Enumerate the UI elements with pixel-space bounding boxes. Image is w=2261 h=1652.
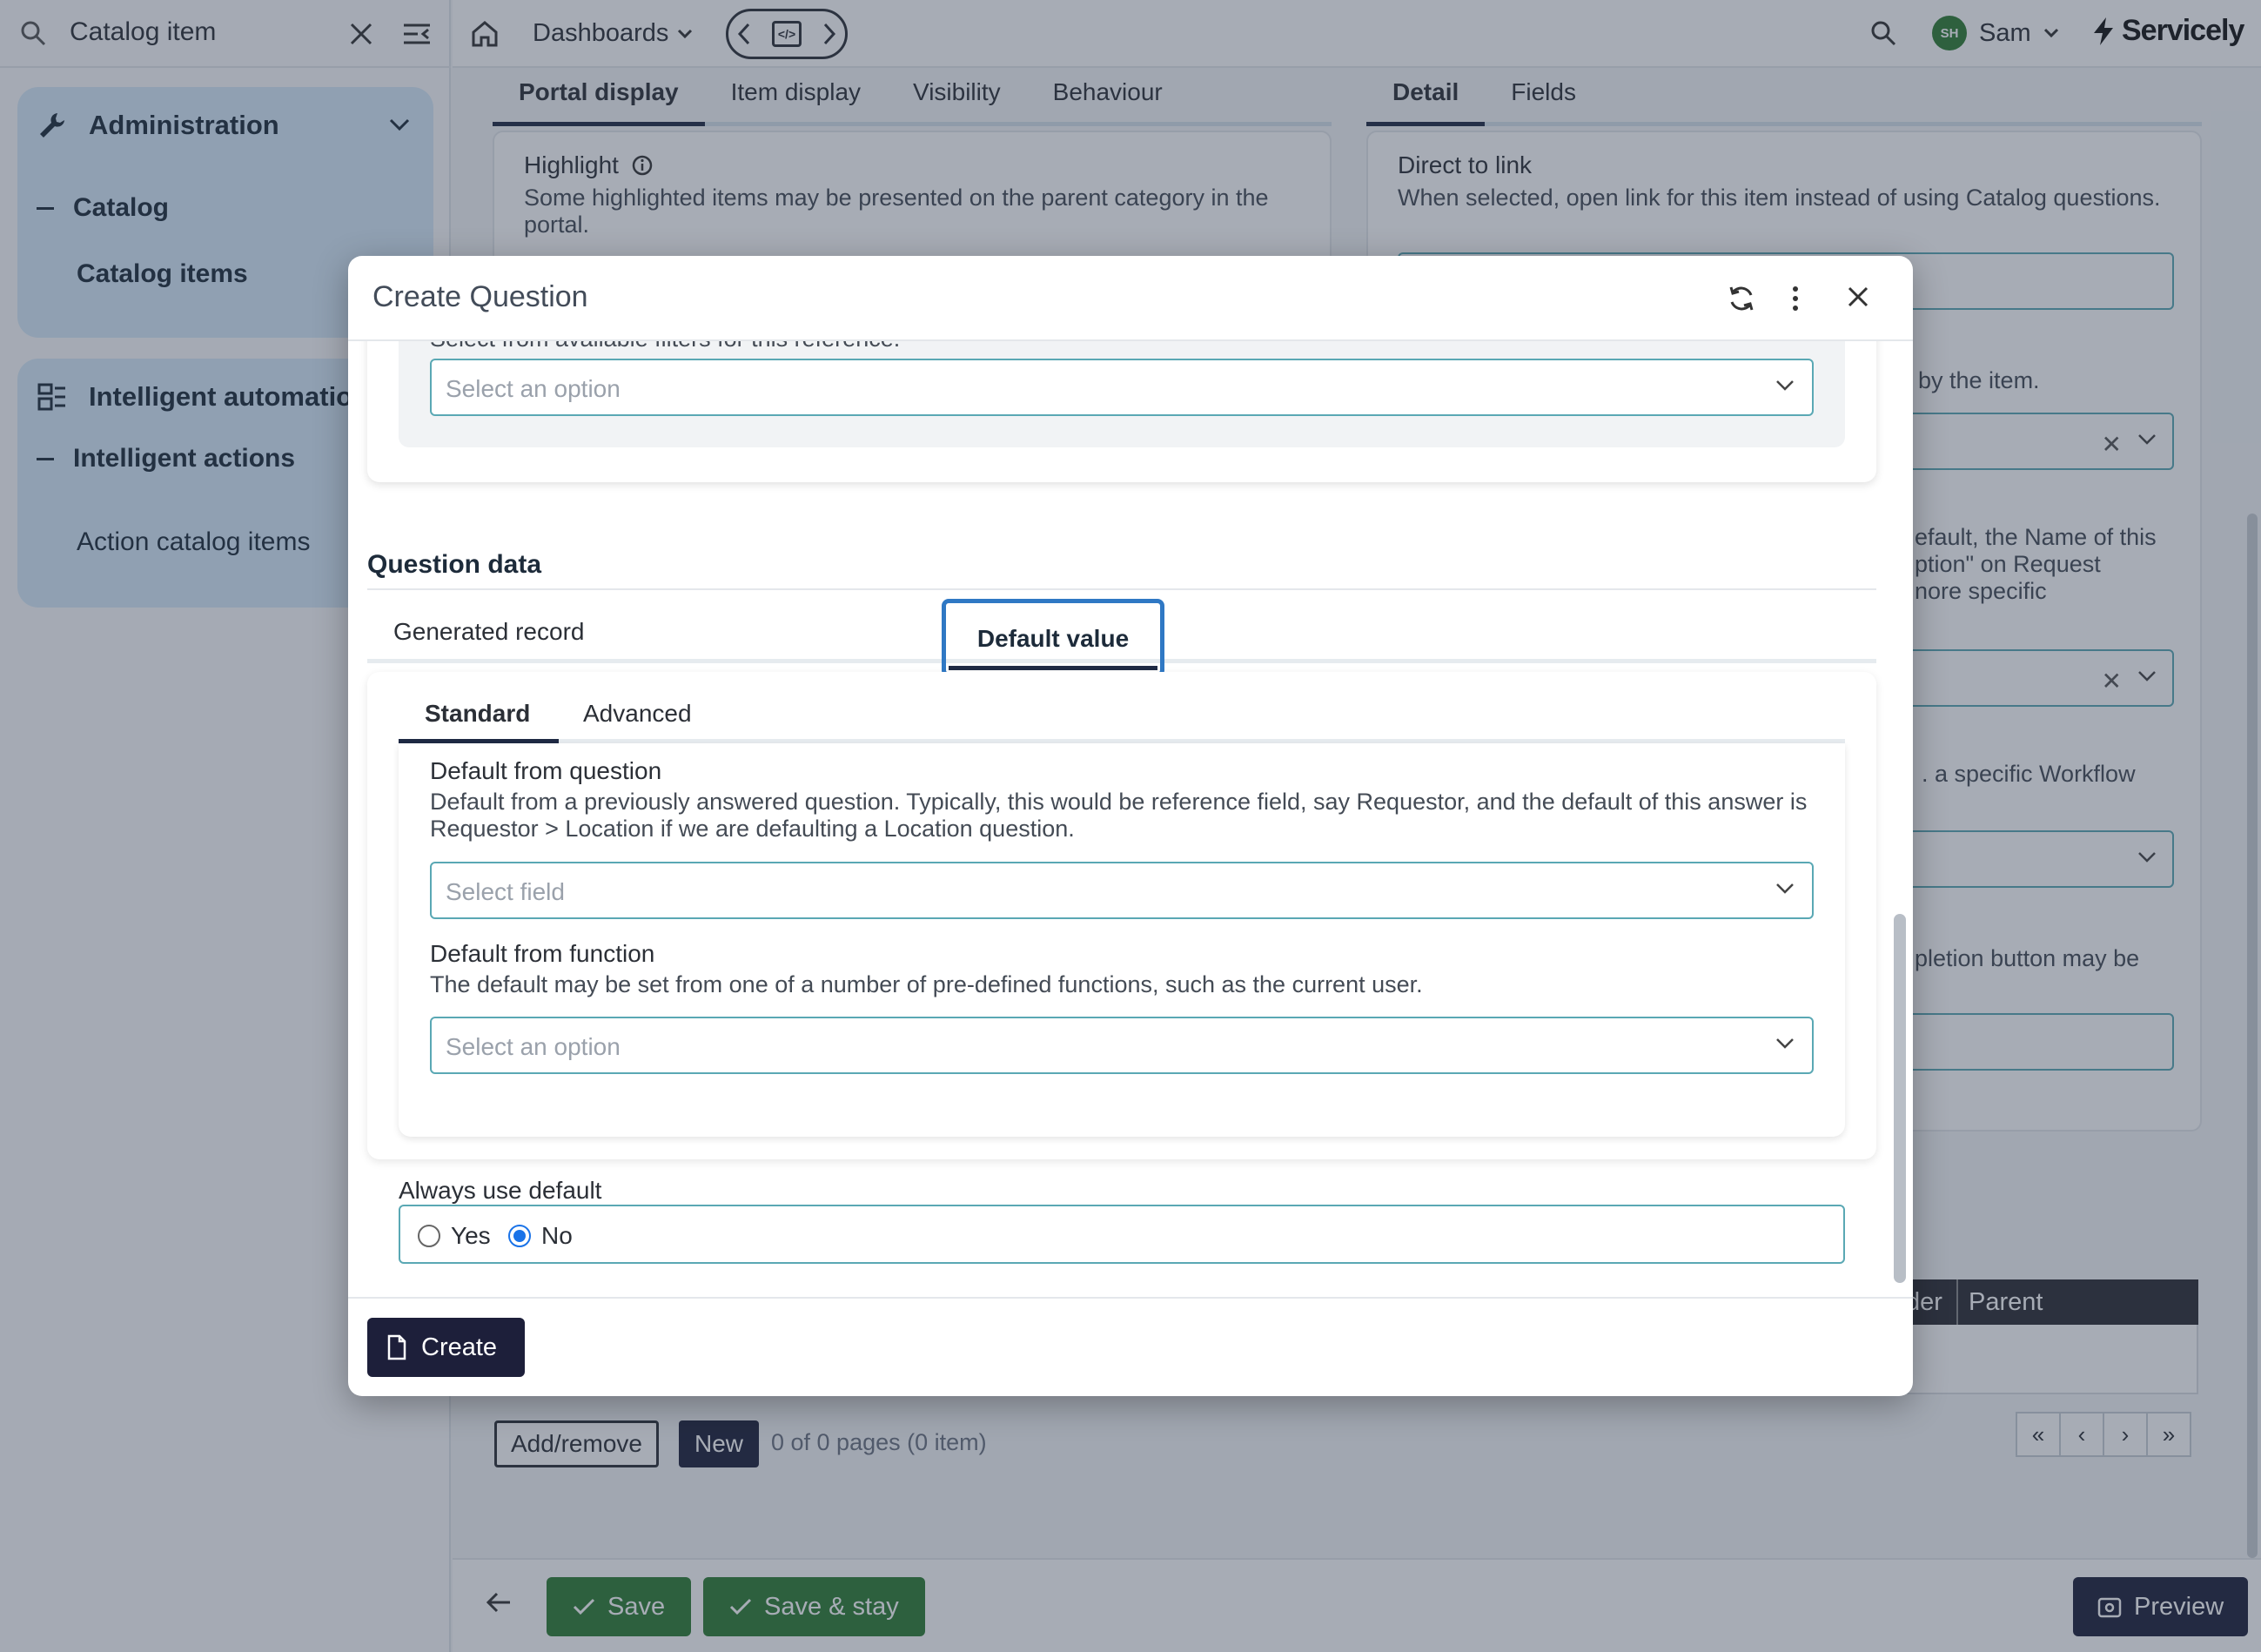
dialog-footer: Create	[348, 1297, 1913, 1396]
default-from-question-select[interactable]: Select field	[430, 862, 1814, 919]
document-icon	[386, 1334, 407, 1360]
chevron-down-icon	[1775, 379, 1795, 392]
section-title: Question data	[367, 550, 542, 579]
chevron-down-icon	[1775, 1038, 1795, 1050]
default-from-question-help: Default from a previously answered quest…	[430, 789, 1808, 842]
default-value-pane: Standard Advanced Default from question …	[367, 672, 1876, 1159]
default-value-subtabs: Standard Advanced	[399, 672, 1845, 743]
tab-generated-record[interactable]: Generated record	[393, 618, 584, 646]
default-from-question-label: Default from question	[430, 757, 662, 784]
filter-pane-inner: Select from available filters for this r…	[399, 341, 1845, 447]
divider	[367, 588, 1876, 590]
create-question-dialog: Create Question Select from available fi…	[348, 256, 1913, 1396]
radio-button[interactable]	[418, 1225, 440, 1247]
default-from-function-help: The default may be set from one of a num…	[430, 971, 1423, 997]
dialog-header: Create Question	[348, 256, 1913, 341]
more-options-icon[interactable]	[1789, 284, 1801, 313]
tab-advanced[interactable]: Advanced	[583, 700, 692, 728]
always-use-default-radio-group: Yes No	[399, 1205, 1845, 1264]
create-button[interactable]: Create	[367, 1318, 526, 1377]
filter-help: Select from available filters for this r…	[430, 341, 900, 353]
default-from-function-label: Default from function	[430, 940, 655, 967]
radio-button[interactable]	[508, 1225, 531, 1247]
close-icon[interactable]	[1845, 284, 1871, 310]
always-use-default-label: Always use default	[399, 1177, 602, 1204]
active-tab-indicator	[949, 666, 1157, 670]
dialog-body: Select from available filters for this r…	[348, 341, 1913, 1274]
refresh-icon[interactable]	[1727, 284, 1756, 313]
tab-standard[interactable]: Standard	[425, 700, 530, 728]
radio-no[interactable]: No	[508, 1222, 573, 1250]
default-from-function-select[interactable]: Select an option	[430, 1017, 1814, 1074]
filter-select[interactable]: Select an option	[430, 359, 1814, 416]
filter-pane: Select from available filters for this r…	[367, 341, 1876, 482]
chevron-down-icon	[1775, 883, 1795, 895]
dialog-scrollbar[interactable]	[1894, 914, 1906, 1283]
radio-yes[interactable]: Yes	[418, 1222, 491, 1250]
standard-pane: Default from question Default from a pre…	[399, 743, 1845, 1137]
dialog-title: Create Question	[372, 280, 588, 313]
